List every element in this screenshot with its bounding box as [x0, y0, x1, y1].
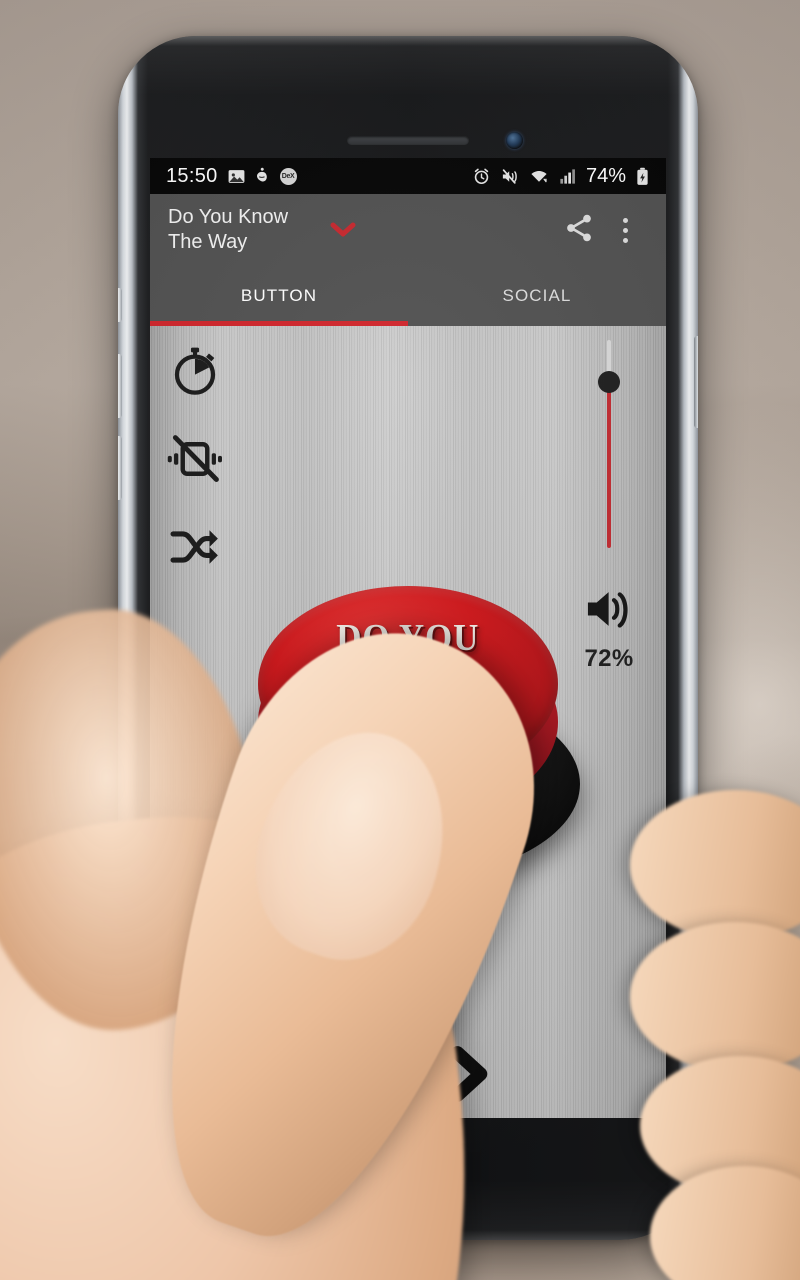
volume-up-icon[interactable]: [583, 586, 635, 637]
battery-percent-label: 74%: [585, 164, 626, 187]
timer-icon: [168, 344, 222, 403]
status-bar: 15:50 DeX 74%: [150, 158, 666, 194]
front-camera: [506, 132, 523, 149]
volume-slider-thumb[interactable]: [598, 370, 620, 393]
tool-icon-column: [164, 342, 226, 580]
shuffle-icon: [167, 519, 223, 580]
home-button[interactable]: [368, 1098, 448, 1178]
phone-volume-up-button[interactable]: [118, 354, 122, 418]
button-label-line-2: KNOW: [348, 663, 468, 705]
app-bar: Do You Know The Way: [150, 194, 666, 266]
phone-mute-switch[interactable]: [118, 288, 122, 322]
shuffle-button[interactable]: [164, 518, 226, 580]
timer-button[interactable]: [164, 342, 226, 404]
wifi-icon: [529, 167, 549, 186]
earpiece-speaker: [347, 136, 469, 145]
tab-social[interactable]: SOCIAL: [408, 266, 666, 326]
signal-icon: [558, 167, 577, 186]
tab-button[interactable]: BUTTON: [150, 266, 408, 326]
volume-slider[interactable]: [598, 340, 620, 548]
volume-slider-fill: [607, 381, 611, 548]
alarm-icon: [472, 167, 491, 186]
mute-vibrate-icon: [500, 167, 520, 186]
scene-background: 15:50 DeX 74% Do You Know The Way BUTTON…: [0, 0, 800, 1280]
page-title-line-1: Do You Know: [168, 206, 289, 228]
share-icon: [563, 212, 595, 249]
vibrate-off-icon: [166, 430, 224, 493]
tab-bar: BUTTON SOCIAL: [150, 266, 666, 326]
button-top: DO YOU KNOW THE WAY: [258, 586, 558, 782]
image-icon: [227, 167, 246, 186]
chevron-down-icon[interactable]: [330, 221, 356, 239]
phone-power-button[interactable]: [694, 336, 698, 428]
volume-control: 72%: [570, 334, 648, 673]
button-label-line-1: DO YOU: [336, 617, 480, 659]
battery-charging-icon: [635, 167, 650, 186]
page-title: Do You Know The Way: [168, 205, 316, 255]
vibration-toggle-button[interactable]: [164, 430, 226, 492]
chevron-right-icon: [444, 1045, 494, 1108]
overflow-menu-button[interactable]: [602, 207, 648, 253]
main-content: 72% DO YOU KNOW THE WAY Bwah: [150, 326, 666, 1118]
sound-play-button[interactable]: DO YOU KNOW THE WAY: [236, 578, 580, 878]
share-button[interactable]: [556, 207, 602, 253]
sound-name-label: Bwah: [321, 1057, 415, 1095]
next-sound-button[interactable]: [444, 1045, 494, 1108]
status-clock: 15:50: [166, 164, 218, 187]
more-vertical-icon: [622, 217, 628, 243]
smart-capture-icon: [255, 167, 271, 185]
page-title-line-2: The Way: [168, 231, 248, 253]
phone-screen: 15:50 DeX 74% Do You Know The Way BUTTON…: [150, 158, 666, 1118]
volume-percent-label: 72%: [584, 645, 634, 672]
phone-volume-down-button[interactable]: [118, 436, 122, 500]
phone-device: 15:50 DeX 74% Do You Know The Way BUTTON…: [118, 36, 698, 1240]
dex-icon: DeX: [279, 167, 297, 185]
button-label-line-3: THE WAY: [324, 709, 492, 751]
